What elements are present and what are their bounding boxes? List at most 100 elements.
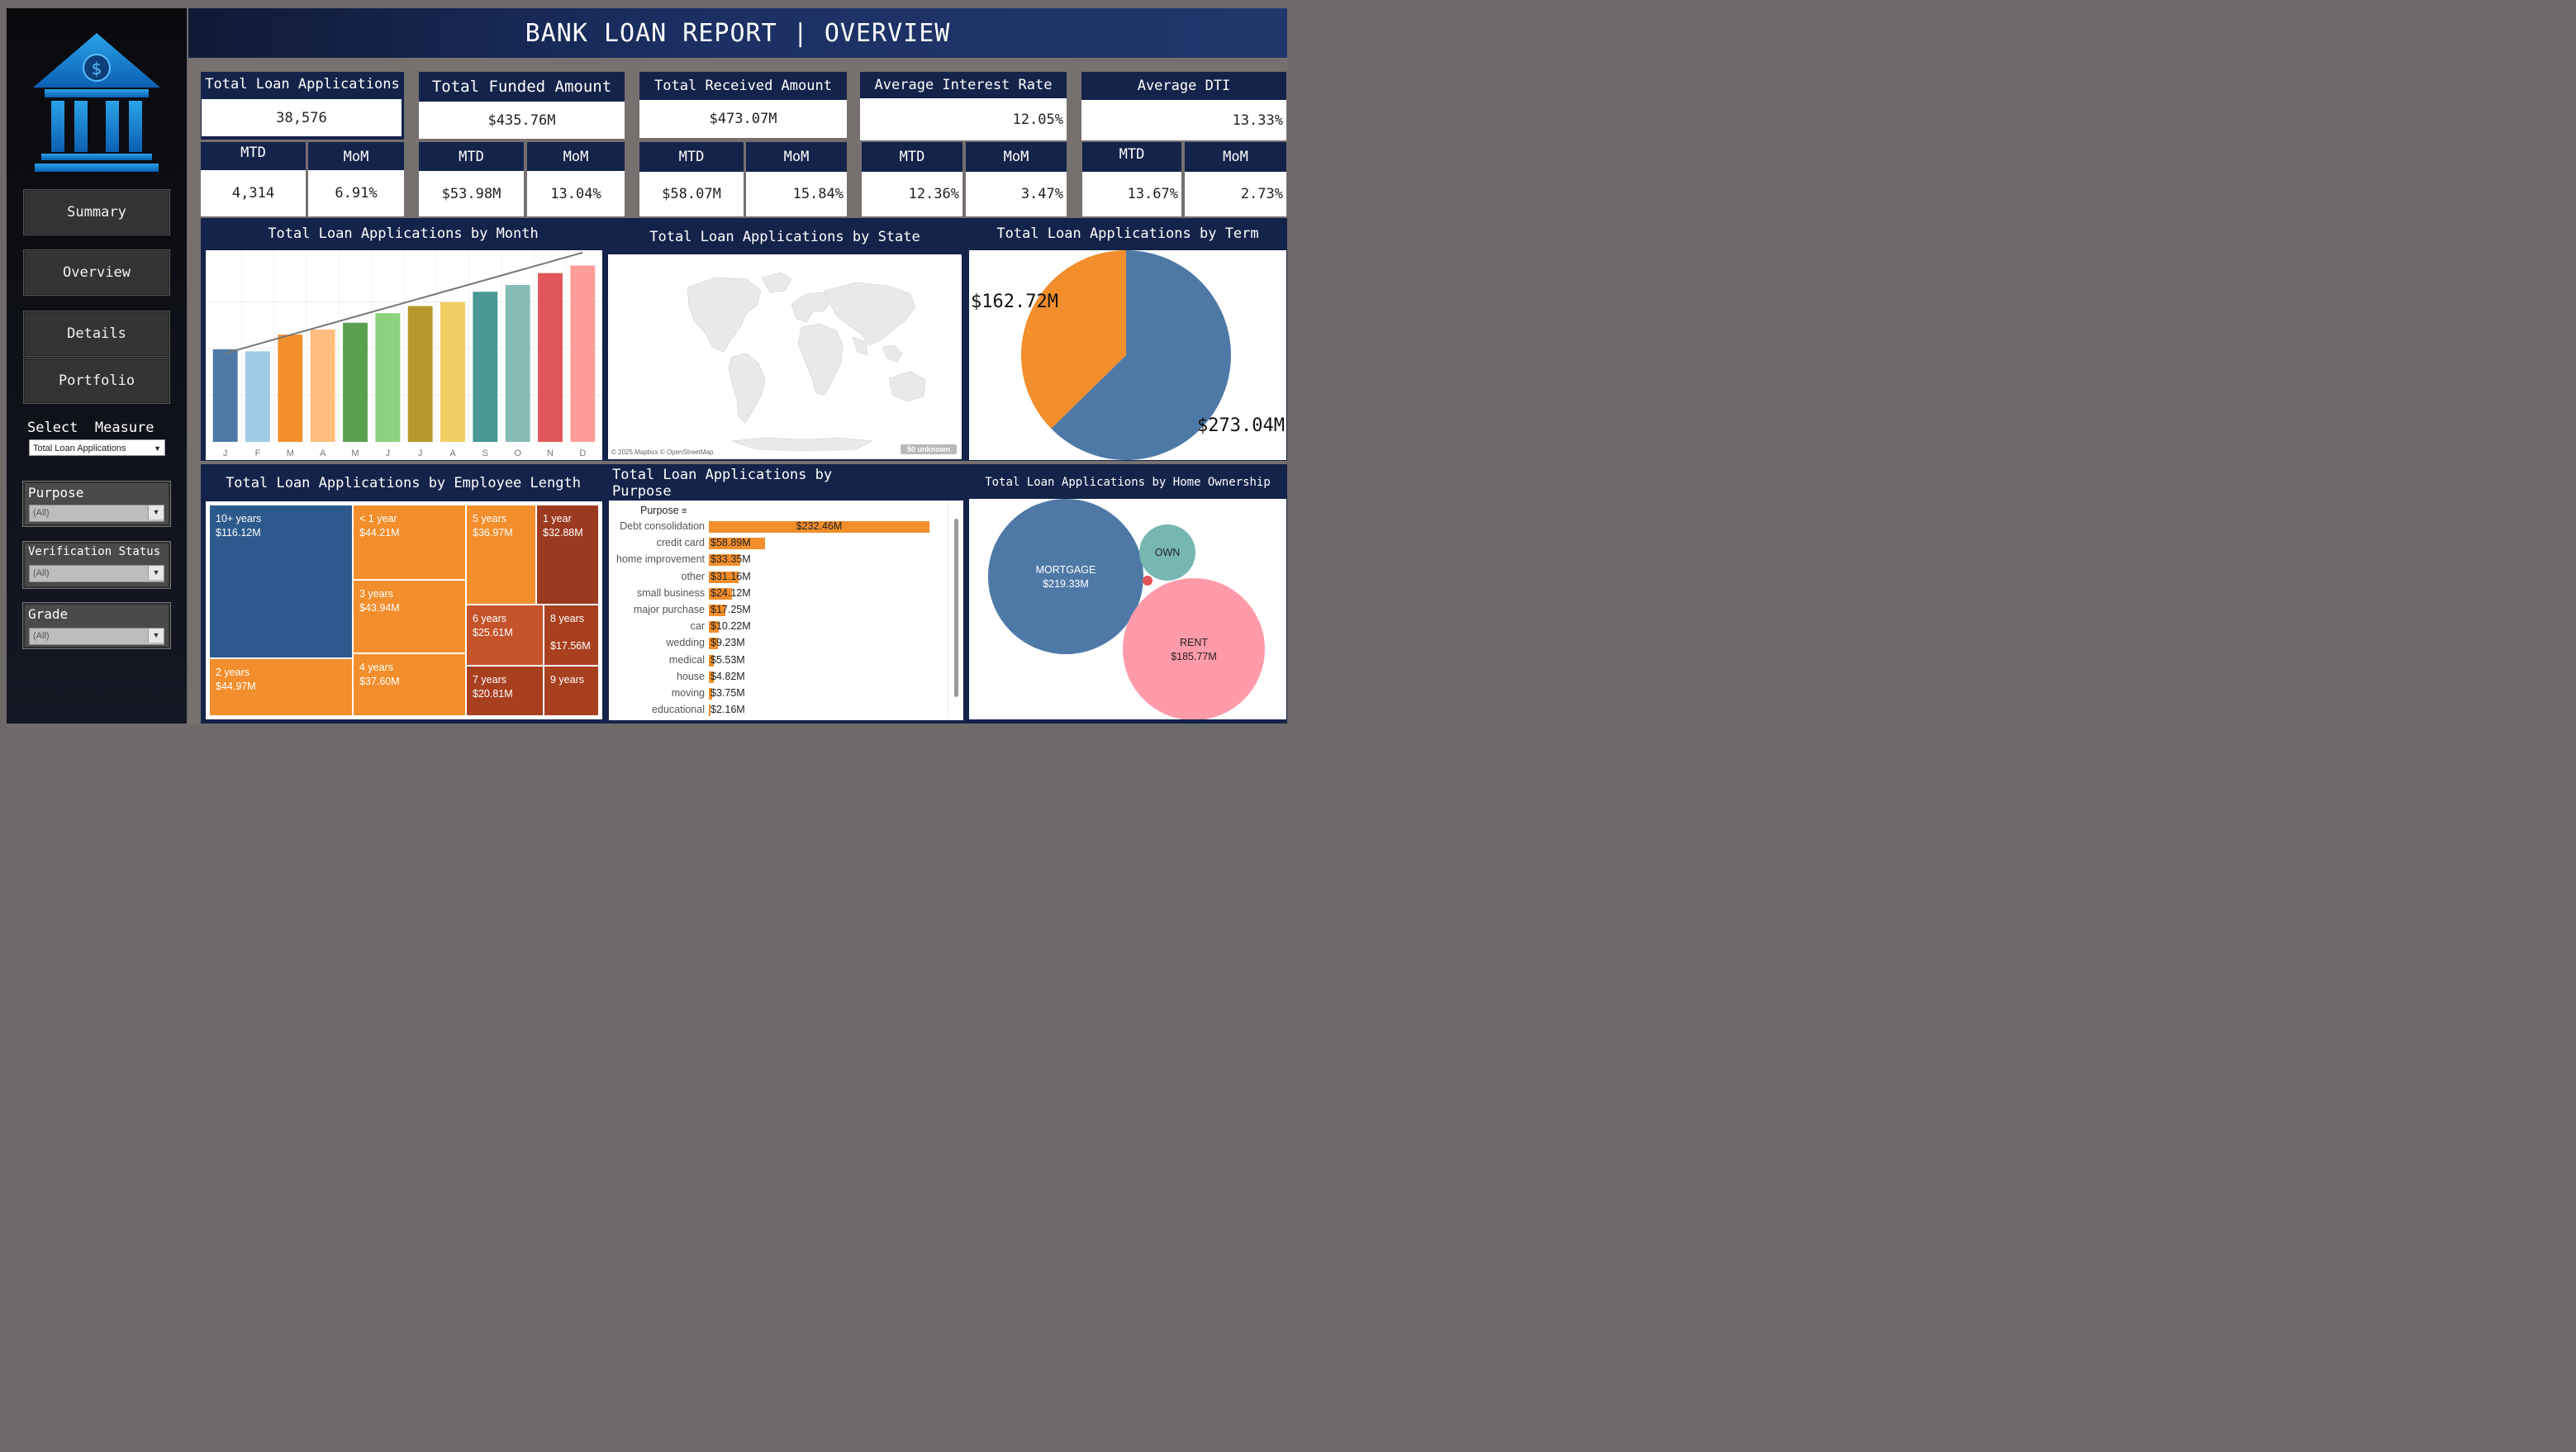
bubble-value: $185.77M xyxy=(1171,651,1217,662)
purpose-category-label: wedding xyxy=(666,637,705,649)
cell-value: $44.21M xyxy=(359,527,400,539)
nav-details-button[interactable]: Details xyxy=(23,311,170,357)
treemap-cell[interactable]: 8 years $17.56M xyxy=(544,605,599,666)
bubble-name: RENT xyxy=(1179,637,1209,648)
scrollbar-track[interactable] xyxy=(948,501,963,720)
term-pie-panel: $162.72M $273.04M xyxy=(969,250,1286,460)
select-measure-value: Total Loan Applications xyxy=(33,444,126,453)
kpi-mtd-value: $53.98M xyxy=(419,171,524,216)
nav-summary-button[interactable]: Summary xyxy=(23,189,170,235)
world-map-icon xyxy=(608,254,962,459)
month-bar[interactable] xyxy=(407,306,433,442)
select-measure-label: Select Measure xyxy=(27,420,154,436)
treemap-cell[interactable]: 5 years $36.97M xyxy=(466,505,536,605)
month-bar[interactable] xyxy=(505,285,530,442)
kpi-mom-label: MoM xyxy=(966,142,1067,172)
home-bubble-chart: MORTGAGE $219.33M RENT $185.77M OWN xyxy=(969,499,1286,720)
purpose-category-label: small business xyxy=(637,586,705,599)
chevron-down-icon: ▼ xyxy=(148,505,164,520)
purpose-category-label: car xyxy=(690,620,705,633)
kpi-title: Total Funded Amount xyxy=(419,72,625,102)
cell-value: $25.61M xyxy=(473,627,513,638)
select-measure-dropdown[interactable]: Total Loan Applications ▼ xyxy=(29,439,165,456)
filter-value: (All) xyxy=(33,508,50,518)
purpose-category-label: credit card xyxy=(656,537,705,549)
treemap-cell[interactable]: 6 years $25.61M xyxy=(466,605,544,666)
purpose-chart: Purpose ≡ Debt consolidation $232.46M cred… xyxy=(609,501,963,720)
verification-status-filter: Verification Status (All) ▼ xyxy=(23,542,170,588)
month-tick-label: D xyxy=(579,448,586,458)
cell-value: $20.81M xyxy=(473,688,513,700)
filter-title: Purpose xyxy=(28,485,84,501)
purpose-value-label: $9.23M xyxy=(711,637,745,649)
month-bar[interactable] xyxy=(473,292,498,442)
month-tick-label: M xyxy=(351,448,359,458)
cell-value: $43.94M xyxy=(359,602,400,614)
kpi-title: Average DTI xyxy=(1081,72,1286,100)
bubble-other[interactable] xyxy=(1143,576,1153,586)
nav-label: Summary xyxy=(67,204,126,221)
purpose-category-label: other xyxy=(681,570,706,582)
treemap-cell[interactable]: 4 years $37.60M xyxy=(353,653,466,716)
cell-value: $32.88M xyxy=(543,527,583,539)
treemap-cell[interactable]: 2 years $44.97M xyxy=(209,658,353,716)
nav-overview-button[interactable]: Overview xyxy=(23,249,170,296)
month-tick-label: N xyxy=(547,448,554,458)
nav-portfolio-button[interactable]: Portfolio xyxy=(23,358,170,404)
month-bar[interactable] xyxy=(570,265,596,442)
verification-filter-dropdown[interactable]: (All) ▼ xyxy=(29,565,164,582)
month-bar[interactable] xyxy=(245,351,270,442)
treemap-cell[interactable]: < 1 year $44.21M xyxy=(353,505,466,580)
state-map[interactable]: © 2025 Mapbox © OpenStreetMap 50 unknown xyxy=(608,254,962,459)
treemap-cell[interactable]: 1 year $32.88M xyxy=(536,505,599,605)
kpi-mom-value: 15.84% xyxy=(746,172,847,216)
kpi-title: Total Received Amount xyxy=(639,72,847,100)
kpi-value: $473.07M xyxy=(639,100,847,138)
treemap-cell[interactable]: 9 years xyxy=(544,666,599,716)
chevron-down-icon: ▼ xyxy=(148,629,164,643)
kpi-mtd-value: 13.67% xyxy=(1082,172,1181,216)
purpose-filter-dropdown[interactable]: (All) ▼ xyxy=(29,505,164,522)
purpose-value-label: $5.53M xyxy=(711,653,745,666)
month-bar[interactable] xyxy=(343,322,368,442)
purpose-value-label: $2.16M xyxy=(711,704,745,716)
sort-icon[interactable]: ≡ xyxy=(682,506,687,516)
nav-label: Portfolio xyxy=(58,372,135,389)
grade-filter: Grade (All) ▼ xyxy=(23,603,170,648)
kpi-title: Average Interest Rate xyxy=(860,72,1067,98)
month-bar[interactable] xyxy=(375,313,401,442)
grade-filter-dropdown[interactable]: (All) ▼ xyxy=(29,628,164,645)
cell-value: $17.56M xyxy=(550,640,591,652)
cell-name: 8 years xyxy=(550,613,584,624)
cell-name: 2 years xyxy=(216,667,250,678)
chevron-down-icon: ▼ xyxy=(148,566,164,580)
treemap-cell[interactable]: 7 years $20.81M xyxy=(466,666,544,716)
state-map-title: Total Loan Applications by State xyxy=(607,223,962,251)
purpose-value-label: $33.35M xyxy=(711,553,751,566)
scrollbar-thumb[interactable] xyxy=(954,519,958,697)
filter-value: (All) xyxy=(33,631,50,641)
map-attribution: © 2025 Mapbox © OpenStreetMap xyxy=(611,448,714,456)
month-tick-label: F xyxy=(255,448,261,458)
purpose-category-label: major purchase xyxy=(633,604,705,615)
purpose-category-label: house xyxy=(676,670,705,682)
cell-name: < 1 year xyxy=(359,513,397,524)
month-bar[interactable] xyxy=(440,301,465,442)
kpi-value: 38,576 xyxy=(202,99,402,136)
month-bar[interactable] xyxy=(310,329,335,442)
month-bar[interactable] xyxy=(538,273,563,442)
pie-label-long-term: $273.04M xyxy=(1197,415,1285,436)
purpose-category-label: medical xyxy=(668,653,705,666)
kpi-mom-value: 3.47% xyxy=(966,172,1067,216)
purpose-value-label: $4.82M xyxy=(711,670,745,682)
unknown-badge[interactable]: 50 unknown xyxy=(900,444,957,454)
purpose-axis-header[interactable]: Purpose ≡ xyxy=(640,505,687,516)
treemap-cell[interactable]: 3 years $43.94M xyxy=(353,580,466,653)
month-bar[interactable] xyxy=(278,335,303,442)
cell-name: 6 years xyxy=(473,613,506,624)
home-chart-title: Total Loan Applications by Home Ownershi… xyxy=(968,469,1287,496)
kpi-mtd-value: $58.07M xyxy=(639,172,744,216)
month-bar[interactable] xyxy=(212,349,238,442)
month-tick-label: M xyxy=(287,448,294,458)
treemap-cell[interactable]: 10+ years $116.12M xyxy=(209,505,353,658)
